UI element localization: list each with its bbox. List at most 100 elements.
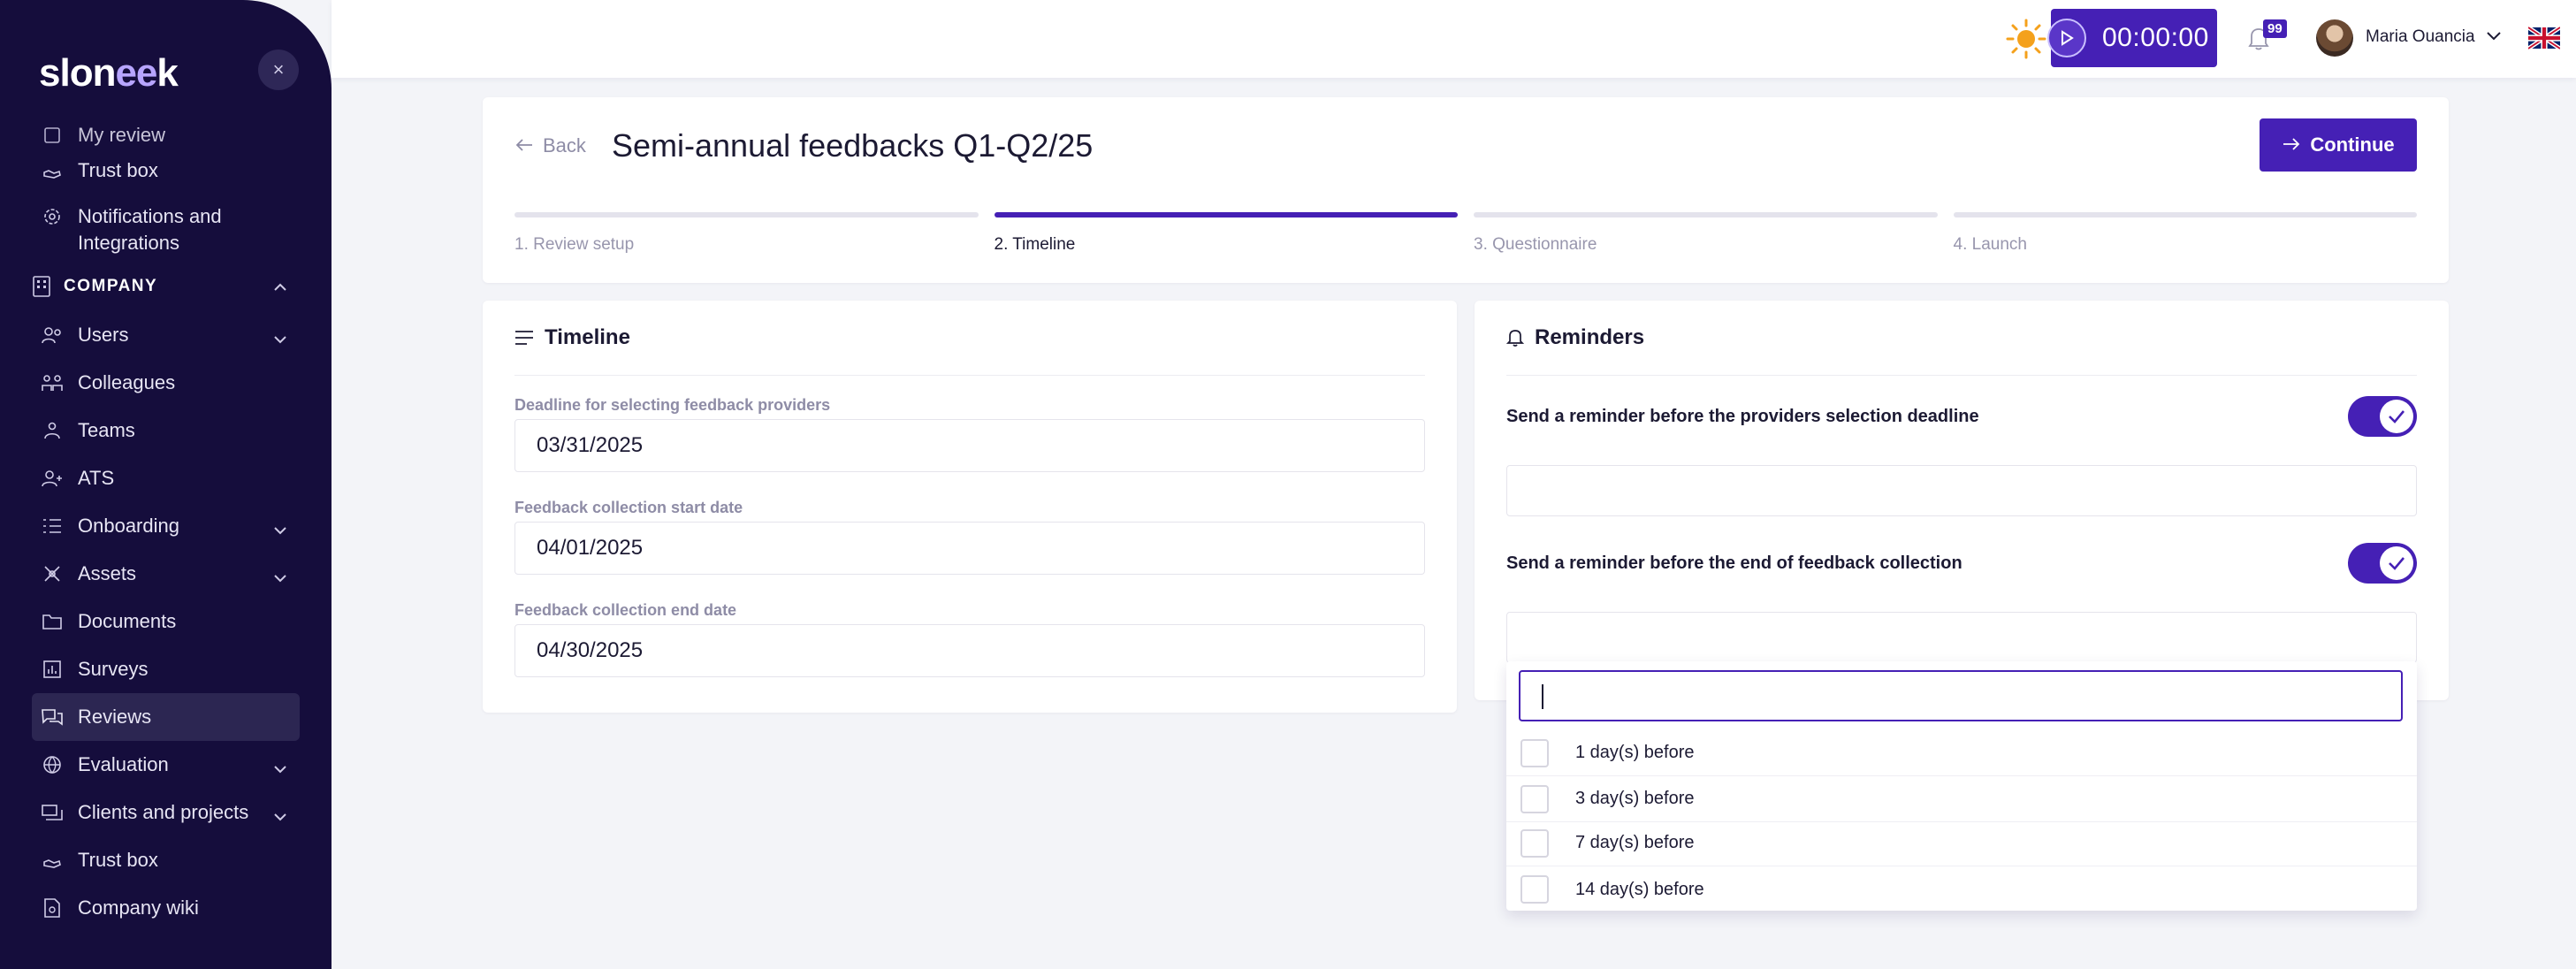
option-label: 14 day(s) before <box>1575 879 1704 899</box>
logo-loop: ee <box>115 51 157 95</box>
sun-icon[interactable] <box>2005 18 2047 65</box>
chevron-down-icon <box>273 517 287 540</box>
chat-icon <box>41 706 64 729</box>
sidebar-item-label: Evaluation <box>78 753 169 775</box>
checkbox[interactable] <box>1520 738 1549 767</box>
assets-icon <box>41 562 64 585</box>
sidebar-item-trust-box-2[interactable]: Trust box <box>32 836 300 884</box>
user-name[interactable]: Maria Ouancia <box>2366 27 2475 47</box>
close-sidebar-button[interactable]: × <box>258 50 299 90</box>
sidebar-item-label: Colleagues <box>78 371 176 393</box>
sidebar-item-colleagues[interactable]: Colleagues <box>32 359 300 407</box>
sidebar-item-label: Documents <box>78 610 177 632</box>
text-caret <box>1542 684 1543 709</box>
option-7-days[interactable]: 7 day(s) before <box>1506 820 2417 866</box>
continue-label: Continue <box>2310 134 2395 156</box>
users-icon <box>41 324 64 347</box>
start-date-input[interactable]: 04/01/2025 <box>514 522 1425 575</box>
sidebar-item-label: ATS <box>78 467 115 489</box>
deadline-selection-input[interactable]: 03/31/2025 <box>514 419 1425 472</box>
step-label: 3. Questionnaire <box>1474 235 1597 254</box>
checkbox[interactable] <box>1520 784 1549 813</box>
sidebar-item-label: Trust box <box>78 159 158 181</box>
sidebar-item-surveys[interactable]: Surveys <box>32 645 300 693</box>
sidebar-item-label: Users <box>78 324 129 346</box>
reminder-selection-deadline-select[interactable] <box>1506 465 2417 516</box>
sidebar-item-assets[interactable]: Assets <box>32 550 300 598</box>
step-review-setup[interactable]: 1. Review setup <box>514 212 979 255</box>
sidebar-item-documents[interactable]: Documents <box>32 598 300 645</box>
end-date-input[interactable]: 04/30/2025 <box>514 624 1425 677</box>
gear-icon <box>41 205 64 228</box>
reminder-selection-deadline-label: Send a reminder before the providers sel… <box>1506 407 1979 426</box>
option-1-day[interactable]: 1 day(s) before <box>1506 730 2417 776</box>
sidebar-item-trust-box[interactable]: Trust box <box>32 147 300 195</box>
notification-badge: 99 <box>2263 19 2287 38</box>
sidebar-item-evaluation[interactable]: Evaluation <box>32 741 300 789</box>
sidebar-item-notifications[interactable]: Notifications and Integrations <box>32 195 300 262</box>
check-icon <box>2380 400 2413 433</box>
deadline-selection-label: Deadline for selecting feedback provider… <box>514 396 831 414</box>
uk-flag-icon[interactable] <box>2526 26 2562 50</box>
menu-lines-icon <box>514 330 534 346</box>
step-bar <box>1474 212 1938 217</box>
dropdown-search-input[interactable] <box>1519 670 2403 721</box>
step-bar <box>514 212 979 217</box>
checkbox[interactable] <box>1520 828 1549 858</box>
sidebar-item-onboarding[interactable]: Onboarding <box>32 502 300 550</box>
play-icon[interactable] <box>2047 19 2086 57</box>
chevron-down-icon <box>273 326 287 349</box>
trust-box-icon <box>41 849 64 872</box>
step-bar <box>994 212 1458 217</box>
back-button[interactable]: Back <box>514 134 586 157</box>
step-label: 1. Review setup <box>514 235 635 254</box>
page-title: Semi-annual feedbacks Q1-Q2/25 <box>612 127 1094 164</box>
logo[interactable]: sloneek <box>39 51 179 95</box>
ats-icon <box>41 467 64 490</box>
step-label: 4. Launch <box>1953 235 2027 254</box>
step-launch[interactable]: 4. Launch <box>1953 212 2417 255</box>
wiki-icon <box>41 897 64 919</box>
building-icon <box>30 275 53 298</box>
trust-box-icon <box>41 159 64 182</box>
reminder-selection-deadline-toggle[interactable] <box>2348 396 2417 437</box>
colleagues-icon <box>41 371 64 394</box>
time-tracker[interactable]: 00:00:00 <box>2047 9 2217 67</box>
option-14-days[interactable]: 14 day(s) before <box>1506 866 2417 912</box>
step-timeline[interactable]: 2. Timeline <box>994 212 1458 255</box>
review-icon <box>41 126 64 147</box>
check-icon <box>2380 546 2413 580</box>
card-title-text: Timeline <box>545 325 630 349</box>
sidebar-item-clients-projects[interactable]: Clients and projects <box>32 789 300 836</box>
step-bar <box>1953 212 2417 217</box>
sidebar-item-teams[interactable]: Teams <box>32 407 300 454</box>
section-company[interactable]: COMPANY <box>30 262 300 311</box>
close-icon: × <box>272 58 285 80</box>
reminder-end-collection-select[interactable] <box>1506 612 2417 663</box>
sidebar-item-my-review[interactable]: My review <box>32 126 300 147</box>
logo-text: slon <box>39 51 116 95</box>
divider <box>1506 375 2417 376</box>
sidebar-item-label: My review <box>78 126 166 146</box>
sidebar-item-reviews[interactable]: Reviews <box>32 693 300 741</box>
step-label: 2. Timeline <box>994 235 1076 254</box>
reminder-options-dropdown: 1 day(s) before 3 day(s) before 7 day(s)… <box>1506 661 2417 911</box>
avatar[interactable] <box>2316 19 2353 57</box>
chevron-down-icon <box>273 804 287 827</box>
logo-text-end: k <box>156 51 179 95</box>
sidebar: sloneek × My review Trust box Notificati… <box>0 0 332 969</box>
sidebar-item-company-wiki[interactable]: Company wiki <box>32 884 300 932</box>
globe-icon <box>41 753 64 776</box>
sidebar-item-users[interactable]: Users <box>32 311 300 359</box>
sidebar-item-ats[interactable]: ATS <box>32 454 300 502</box>
step-questionnaire[interactable]: 3. Questionnaire <box>1474 212 1938 255</box>
teams-icon <box>41 419 64 442</box>
end-date-label: Feedback collection end date <box>514 601 737 619</box>
continue-button[interactable]: Continue <box>2260 118 2417 172</box>
reminder-end-collection-toggle[interactable] <box>2348 543 2417 584</box>
chevron-down-icon[interactable] <box>2486 30 2502 46</box>
option-3-days[interactable]: 3 day(s) before <box>1506 776 2417 822</box>
sidebar-item-label: Notifications and Integrations <box>78 205 222 254</box>
timer-value: 00:00:00 <box>2102 23 2209 52</box>
checkbox[interactable] <box>1520 875 1549 904</box>
